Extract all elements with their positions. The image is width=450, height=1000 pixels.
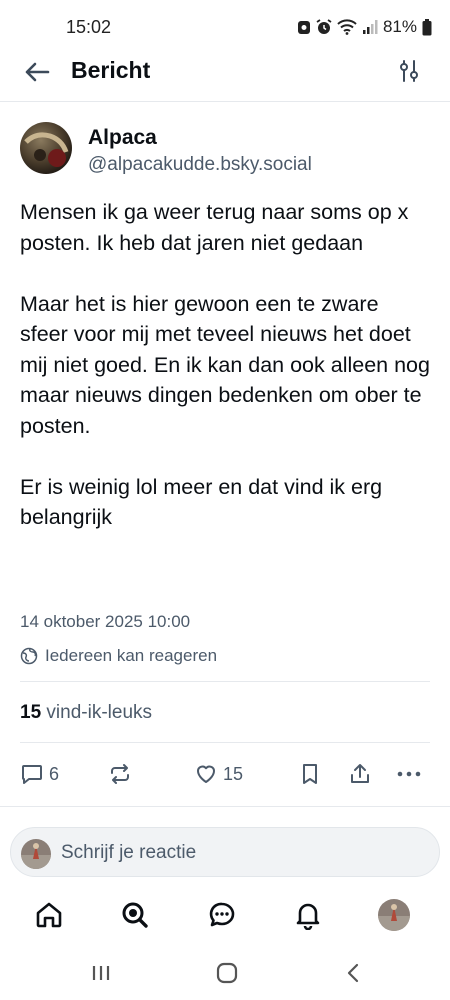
- repost-button[interactable]: [108, 758, 132, 790]
- battery-level: 81%: [382, 17, 417, 36]
- home-icon: [36, 902, 62, 928]
- globe-icon: [20, 647, 38, 665]
- post-actions: 6 15: [20, 758, 430, 790]
- share-button[interactable]: [348, 758, 372, 790]
- bottom-nav: [0, 890, 450, 940]
- search-icon: [122, 902, 148, 928]
- repost-icon: [111, 764, 129, 784]
- reply-setting[interactable]: Iedereen kan reageren: [20, 646, 217, 666]
- post-text: Mensen ik ga weer terug naar soms op x p…: [20, 200, 430, 529]
- bookmark-button[interactable]: [299, 758, 321, 790]
- battery-icon: [422, 18, 432, 35]
- bookmark-icon: [303, 764, 317, 784]
- divider: [0, 806, 450, 807]
- divider: [20, 742, 430, 743]
- sliders-icon: [400, 60, 418, 82]
- header: Bericht: [0, 52, 450, 102]
- thread-options-button[interactable]: [396, 58, 422, 84]
- system-nav: [0, 950, 450, 1000]
- chevron-left-icon: [347, 963, 359, 983]
- arrow-left-icon: [25, 62, 50, 82]
- reply-setting-label: Iedereen kan reageren: [45, 646, 218, 665]
- avatar: [378, 899, 410, 931]
- notification-icon: [297, 21, 310, 34]
- status-time: 15:02: [66, 17, 112, 37]
- nav-chat[interactable]: [205, 898, 239, 932]
- chat-icon: [209, 902, 235, 927]
- author-handle: @alpacakudde.bsky.social: [88, 154, 312, 175]
- heart-icon: [197, 765, 215, 783]
- author-name: Alpaca: [88, 126, 157, 149]
- bell-icon: [296, 903, 320, 930]
- nav-notifications[interactable]: [291, 898, 325, 932]
- home-system-button[interactable]: [212, 958, 242, 988]
- reply-input[interactable]: Schrijf je reactie: [61, 842, 196, 864]
- avatar: [21, 839, 51, 869]
- share-icon: [351, 764, 369, 783]
- recent-apps-icon: [92, 966, 110, 980]
- page-title: Bericht: [71, 57, 151, 83]
- more-options-button[interactable]: [396, 758, 422, 790]
- post-author[interactable]: Alpaca @alpacakudde.bsky.social: [20, 122, 430, 176]
- like-count: 15: [223, 763, 244, 784]
- nav-search[interactable]: [118, 898, 152, 932]
- comment-icon: [22, 765, 42, 784]
- wifi-icon: [337, 19, 357, 35]
- reply-button[interactable]: 6: [20, 758, 59, 790]
- signal-icon: [362, 20, 378, 34]
- likes-summary[interactable]: 15 vind-ik-leuks: [20, 702, 152, 724]
- likes-label: vind-ik-leuks: [46, 702, 153, 723]
- post-timestamp: 14 oktober 2025 10:00: [20, 612, 191, 631]
- back-button[interactable]: [22, 57, 52, 87]
- reply-count: 6: [49, 763, 60, 784]
- reply-composer[interactable]: Schrijf je reactie: [10, 827, 440, 877]
- status-bar: 15:02 81%: [0, 0, 450, 52]
- recent-apps-button[interactable]: [86, 958, 116, 988]
- likes-count: 15: [20, 702, 42, 723]
- nav-profile[interactable]: [377, 898, 411, 932]
- like-button[interactable]: 15: [194, 758, 243, 790]
- home-circle-icon: [216, 962, 238, 984]
- back-system-button[interactable]: [338, 958, 368, 988]
- status-icons: 81%: [297, 17, 432, 37]
- avatar[interactable]: [20, 122, 72, 174]
- alarm-icon: [316, 19, 332, 34]
- more-icon: [397, 771, 421, 777]
- divider: [20, 681, 430, 682]
- nav-home[interactable]: [32, 898, 66, 932]
